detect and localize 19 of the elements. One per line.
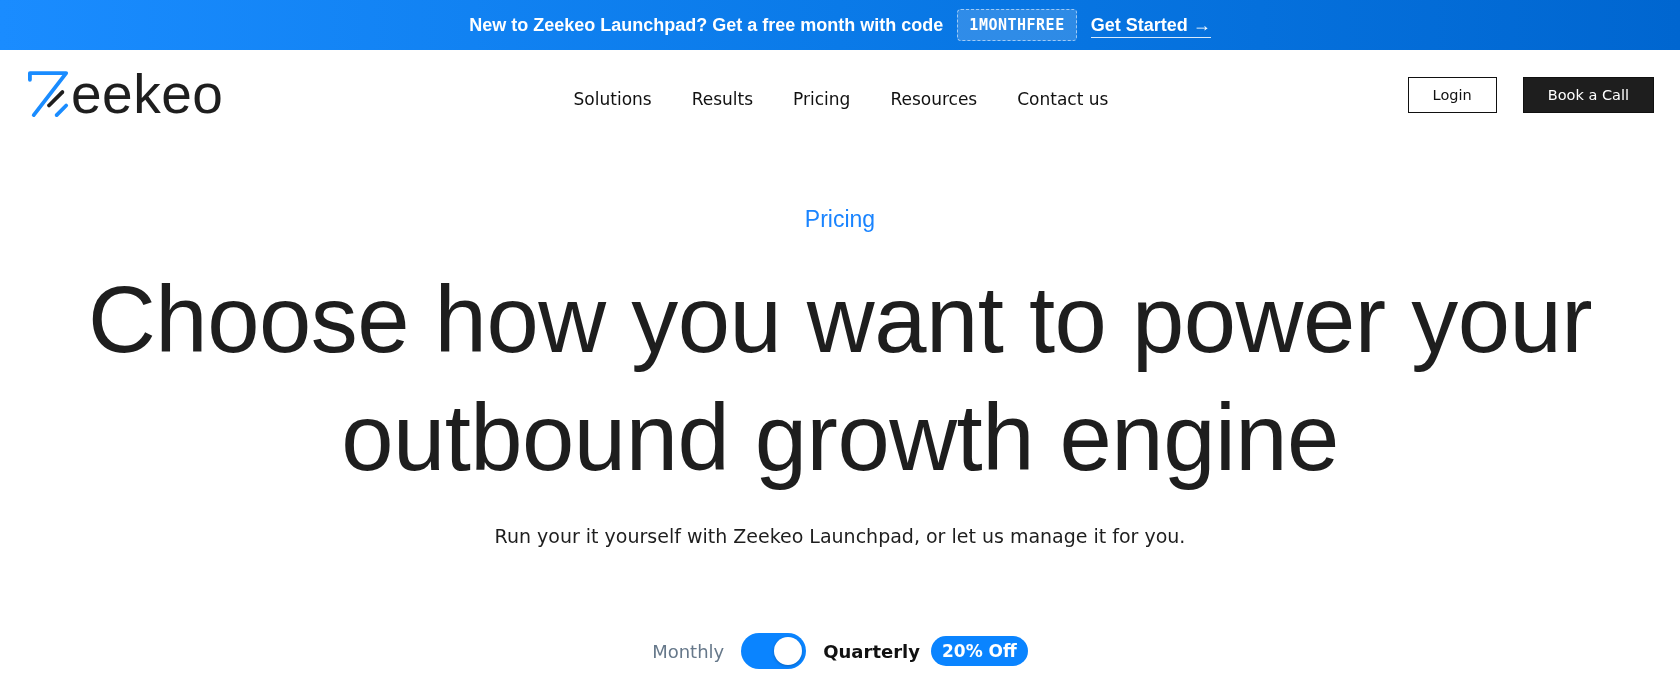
nav-link[interactable]: Resources (890, 89, 978, 109)
promo-code: 1MONTHFREE (957, 9, 1077, 41)
login-button[interactable]: Login (1407, 77, 1497, 113)
nav-link[interactable]: Contact us (1017, 89, 1109, 109)
logo-wordmark[interactable]: eekeo (71, 66, 224, 122)
hero-heading: Choose how you want to power your outbound growth engine (87, 266, 1593, 492)
nav-link[interactable]: Results (691, 89, 754, 109)
section-eyebrow: Pricing (804, 205, 876, 234)
book-call-button[interactable]: Book a Call (1522, 77, 1654, 113)
promo-text: New to Zeekeo Launchpad? Get a free month with code (469, 14, 944, 36)
discount-badge: 20% Off (931, 636, 1028, 666)
logo-mark-icon[interactable] (28, 71, 70, 119)
nav-link[interactable]: Solutions (573, 89, 652, 109)
nav-link[interactable]: Pricing (793, 89, 851, 109)
billing-toggle-switch[interactable] (741, 633, 807, 669)
billing-option-label[interactable]: Monthly (652, 640, 725, 662)
get-started-link[interactable]: Get Started → (1090, 12, 1211, 38)
hero-subtitle: Run your it yourself with Zeekeo Launchpad, or let us manage it for you. (494, 524, 1186, 549)
billing-option-label[interactable]: Quarterly (823, 640, 920, 662)
